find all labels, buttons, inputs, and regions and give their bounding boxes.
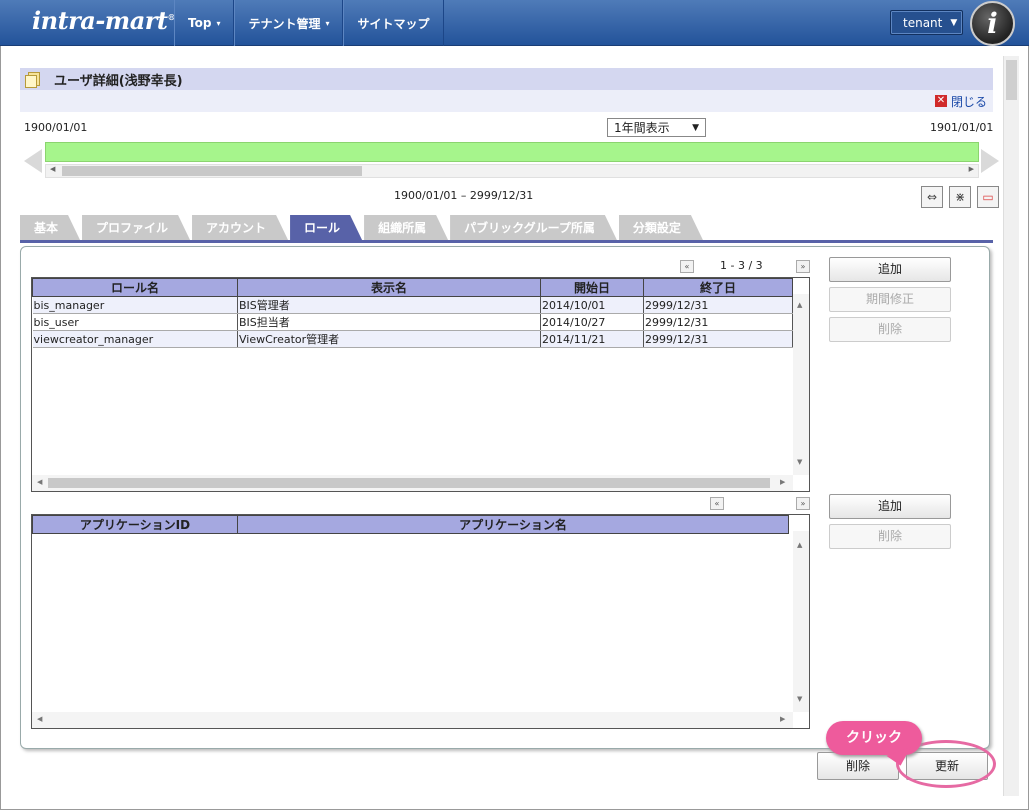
role-name-cell: viewcreator_manager (32, 330, 238, 348)
applications-grid: アプリケーションID アプリケーション名 ▲ ▼ ◀ ▶ (31, 514, 810, 729)
scroll-down-icon[interactable]: ▼ (797, 695, 802, 703)
start-date-cell: 2014/10/01 (540, 296, 644, 314)
close-icon[interactable]: ✕ (934, 95, 947, 107)
timeline-scrollbar-thumb[interactable] (62, 166, 362, 176)
caret-down-icon: ▼ (950, 17, 958, 28)
modify-period-button[interactable]: 期間修正 (829, 287, 951, 312)
period-select[interactable]: 1年間表示 ▼ (607, 118, 706, 137)
tab-public-group[interactable]: パブリックグループ所属 (450, 215, 617, 240)
timeline-bar[interactable] (45, 142, 979, 162)
scroll-up-icon[interactable]: ▲ (797, 301, 802, 309)
tab-account[interactable]: アカウント (192, 215, 288, 240)
column-header-role-name[interactable]: ロール名 (32, 278, 238, 297)
table-row[interactable]: viewcreator_manager ViewCreator管理者 2014/… (32, 330, 793, 348)
roles-grid: ロール名 表示名 開始日 終了日 bis_manager BIS管理者 2014… (31, 277, 810, 492)
add-application-button[interactable]: 追加 (829, 494, 951, 519)
close-row: ✕ 閉じる (20, 90, 993, 112)
delete-role-button[interactable]: 削除 (829, 317, 951, 342)
tenant-dropdown[interactable]: tenant ▼ (890, 10, 963, 35)
end-date-cell: 2999/12/31 (643, 296, 793, 314)
tab-classification[interactable]: 分類設定 (619, 215, 703, 240)
split-icon[interactable]: ⋇ (949, 186, 971, 208)
tab-basic[interactable]: 基本 (20, 215, 80, 240)
tab-role[interactable]: ロール (290, 215, 362, 240)
apps-next-page-icon[interactable]: » (796, 497, 810, 510)
timeline-end-date: 1901/01/01 (930, 121, 994, 134)
tabs-underline (20, 240, 993, 243)
timeline-start-date: 1900/01/01 (24, 121, 88, 134)
tab-organization[interactable]: 組織所属 (364, 215, 448, 240)
nav-tenant-management[interactable]: テナント管理 ▾ (234, 0, 344, 46)
page-title: ユーザ詳細(浅野幸長) (54, 73, 183, 89)
detail-tabs: 基本 プロファイル アカウント ロール 組織所属 パブリックグループ所属 分類設… (20, 215, 705, 240)
page-title-bar: ユーザ詳細(浅野幸長) (20, 68, 993, 90)
user-menu-icon[interactable]: i (970, 1, 1015, 46)
roles-grid-hscroll-thumb[interactable] (48, 478, 770, 488)
chevron-down-icon: ▾ (325, 18, 330, 28)
close-link[interactable]: 閉じる (951, 93, 987, 110)
start-date-cell: 2014/10/27 (540, 313, 644, 331)
fit-width-icon[interactable]: ⇔ (921, 186, 943, 208)
global-header: intra-mart® Top ▾ テナント管理 ▾ サイトマップ tenant ▼ … (0, 0, 1029, 46)
display-name-cell: ViewCreator管理者 (237, 330, 541, 348)
roles-prev-page-icon[interactable]: « (680, 260, 694, 273)
nav-top[interactable]: Top ▾ (174, 0, 235, 46)
table-row[interactable]: bis_manager BIS管理者 2014/10/01 2999/12/31 (32, 296, 793, 314)
scroll-right-icon[interactable]: ▶ (780, 715, 785, 723)
column-header-display-name[interactable]: 表示名 (237, 278, 541, 297)
click-callout: クリック (826, 721, 922, 755)
roles-pager-text: 1 - 3 / 3 (720, 259, 763, 272)
scroll-right-icon[interactable]: ▶ (969, 165, 974, 173)
column-header-application-id[interactable]: アプリケーションID (32, 515, 238, 534)
nav-sitemap[interactable]: サイトマップ (343, 0, 444, 46)
global-nav: Top ▾ テナント管理 ▾ サイトマップ (174, 0, 444, 46)
role-name-cell: bis_user (32, 313, 238, 331)
role-name-cell: bis_manager (32, 296, 238, 314)
column-header-start-date[interactable]: 開始日 (540, 278, 644, 297)
apps-grid-vscroll[interactable]: ▲ ▼ (793, 531, 809, 712)
end-date-cell: 2999/12/31 (643, 313, 793, 331)
timeline-scrollbar[interactable]: ◀ ▶ (45, 164, 979, 178)
validity-range: 1900/01/01 – 2999/12/31 (394, 189, 534, 202)
display-name-cell: BIS担当者 (237, 313, 541, 331)
column-header-application-name[interactable]: アプリケーション名 (237, 515, 789, 534)
chevron-down-icon: ▾ (216, 18, 221, 28)
timeline-next-arrow-icon[interactable] (981, 149, 999, 173)
apps-prev-page-icon[interactable]: « (710, 497, 724, 510)
roles-grid-hscroll[interactable]: ◀ ▶ (32, 475, 793, 491)
intra-mart-logo[interactable]: intra-mart® (32, 6, 175, 35)
end-date-cell: 2999/12/31 (643, 330, 793, 348)
roles-next-page-icon[interactable]: » (796, 260, 810, 273)
scroll-left-icon[interactable]: ◀ (37, 478, 42, 486)
add-role-button[interactable]: 追加 (829, 257, 951, 282)
page-scrollbar[interactable] (1003, 56, 1019, 796)
timeline-prev-arrow-icon[interactable] (24, 149, 42, 173)
scroll-left-icon[interactable]: ◀ (50, 165, 55, 173)
page-scrollbar-thumb[interactable] (1006, 60, 1017, 100)
caret-down-icon: ▼ (692, 122, 699, 133)
scroll-up-icon[interactable]: ▲ (797, 541, 802, 549)
apps-grid-hscroll[interactable]: ◀ ▶ (32, 712, 793, 728)
display-name-cell: BIS管理者 (237, 296, 541, 314)
scroll-down-icon[interactable]: ▼ (797, 458, 802, 466)
clear-icon[interactable]: ▭ (977, 186, 999, 208)
column-header-end-date[interactable]: 終了日 (643, 278, 793, 297)
start-date-cell: 2014/11/21 (540, 330, 644, 348)
document-icon (25, 72, 40, 88)
tab-profile[interactable]: プロファイル (82, 215, 190, 240)
roles-grid-vscroll[interactable]: ▲ ▼ (793, 294, 809, 475)
delete-application-button[interactable]: 削除 (829, 524, 951, 549)
table-row[interactable]: bis_user BIS担当者 2014/10/27 2999/12/31 (32, 313, 793, 331)
scroll-right-icon[interactable]: ▶ (780, 478, 785, 486)
scroll-left-icon[interactable]: ◀ (37, 715, 42, 723)
